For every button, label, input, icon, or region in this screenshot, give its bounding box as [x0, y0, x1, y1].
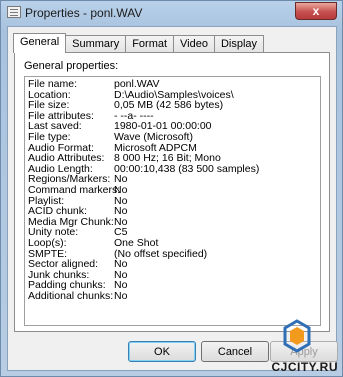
properties-list[interactable]: File name: ponl.WAV Location: D:\Audio\Samp… [24, 76, 321, 326]
property-key: File name: [28, 78, 78, 90]
group-title: General properties: [24, 60, 119, 72]
general-tab-panel: General properties: File name: ponl.WAV Lo… [14, 52, 330, 332]
window-title: Properties - ponl.WAV [25, 6, 143, 20]
watermark-text: CJCITY.RU [271, 360, 338, 374]
tab-general[interactable]: General [13, 33, 67, 53]
title-bar[interactable]: Properties - ponl.WAV x [1, 1, 342, 25]
tab-strip: General Summary Format Video Display [13, 33, 265, 53]
property-value: No [114, 215, 128, 228]
property-value: Wave (Microsoft) [114, 130, 193, 143]
property-value: No [114, 205, 128, 218]
property-row: File type: Wave (Microsoft) [28, 132, 320, 143]
tab-summary[interactable]: Summary [65, 35, 127, 53]
property-value: No [114, 173, 128, 186]
property-key: Command markers: [28, 183, 121, 196]
cancel-button[interactable]: Cancel [201, 341, 269, 362]
property-row: Additional chunks: No [28, 291, 320, 302]
property-row: Loop(s): One Shot [28, 238, 320, 249]
tab-video[interactable]: Video [173, 35, 215, 53]
tab-display[interactable]: Display [213, 35, 265, 53]
property-value: No [114, 268, 128, 281]
cjcity-logo-icon [283, 319, 311, 353]
property-row: Unity note: C5 [28, 227, 320, 238]
property-row: Command markers: No [28, 185, 320, 196]
property-value: No [114, 183, 128, 196]
property-value: No [114, 258, 128, 271]
property-key: Additional chunks: [28, 289, 114, 302]
property-key: File type: [28, 130, 71, 143]
property-value: ponl.WAV [114, 78, 160, 90]
property-row: File name: ponl.WAV [28, 79, 320, 90]
file-properties-icon [7, 6, 21, 18]
close-button[interactable]: x [295, 2, 337, 20]
general-properties-group: General properties: File name: ponl.WAV Lo… [24, 60, 321, 326]
property-value: One Shot [114, 236, 159, 249]
tab-format[interactable]: Format [125, 35, 175, 53]
ok-button[interactable]: OK [128, 341, 196, 362]
property-key: Loop(s): [28, 236, 67, 249]
properties-window: Properties - ponl.WAV x General Summary … [0, 0, 343, 377]
property-value: (No offset specified) [114, 247, 208, 260]
property-value: 00:00:10,438 (83 500 samples) [114, 162, 260, 175]
property-value: No [114, 279, 128, 292]
property-value: No [114, 194, 128, 207]
property-value: No [114, 289, 128, 302]
